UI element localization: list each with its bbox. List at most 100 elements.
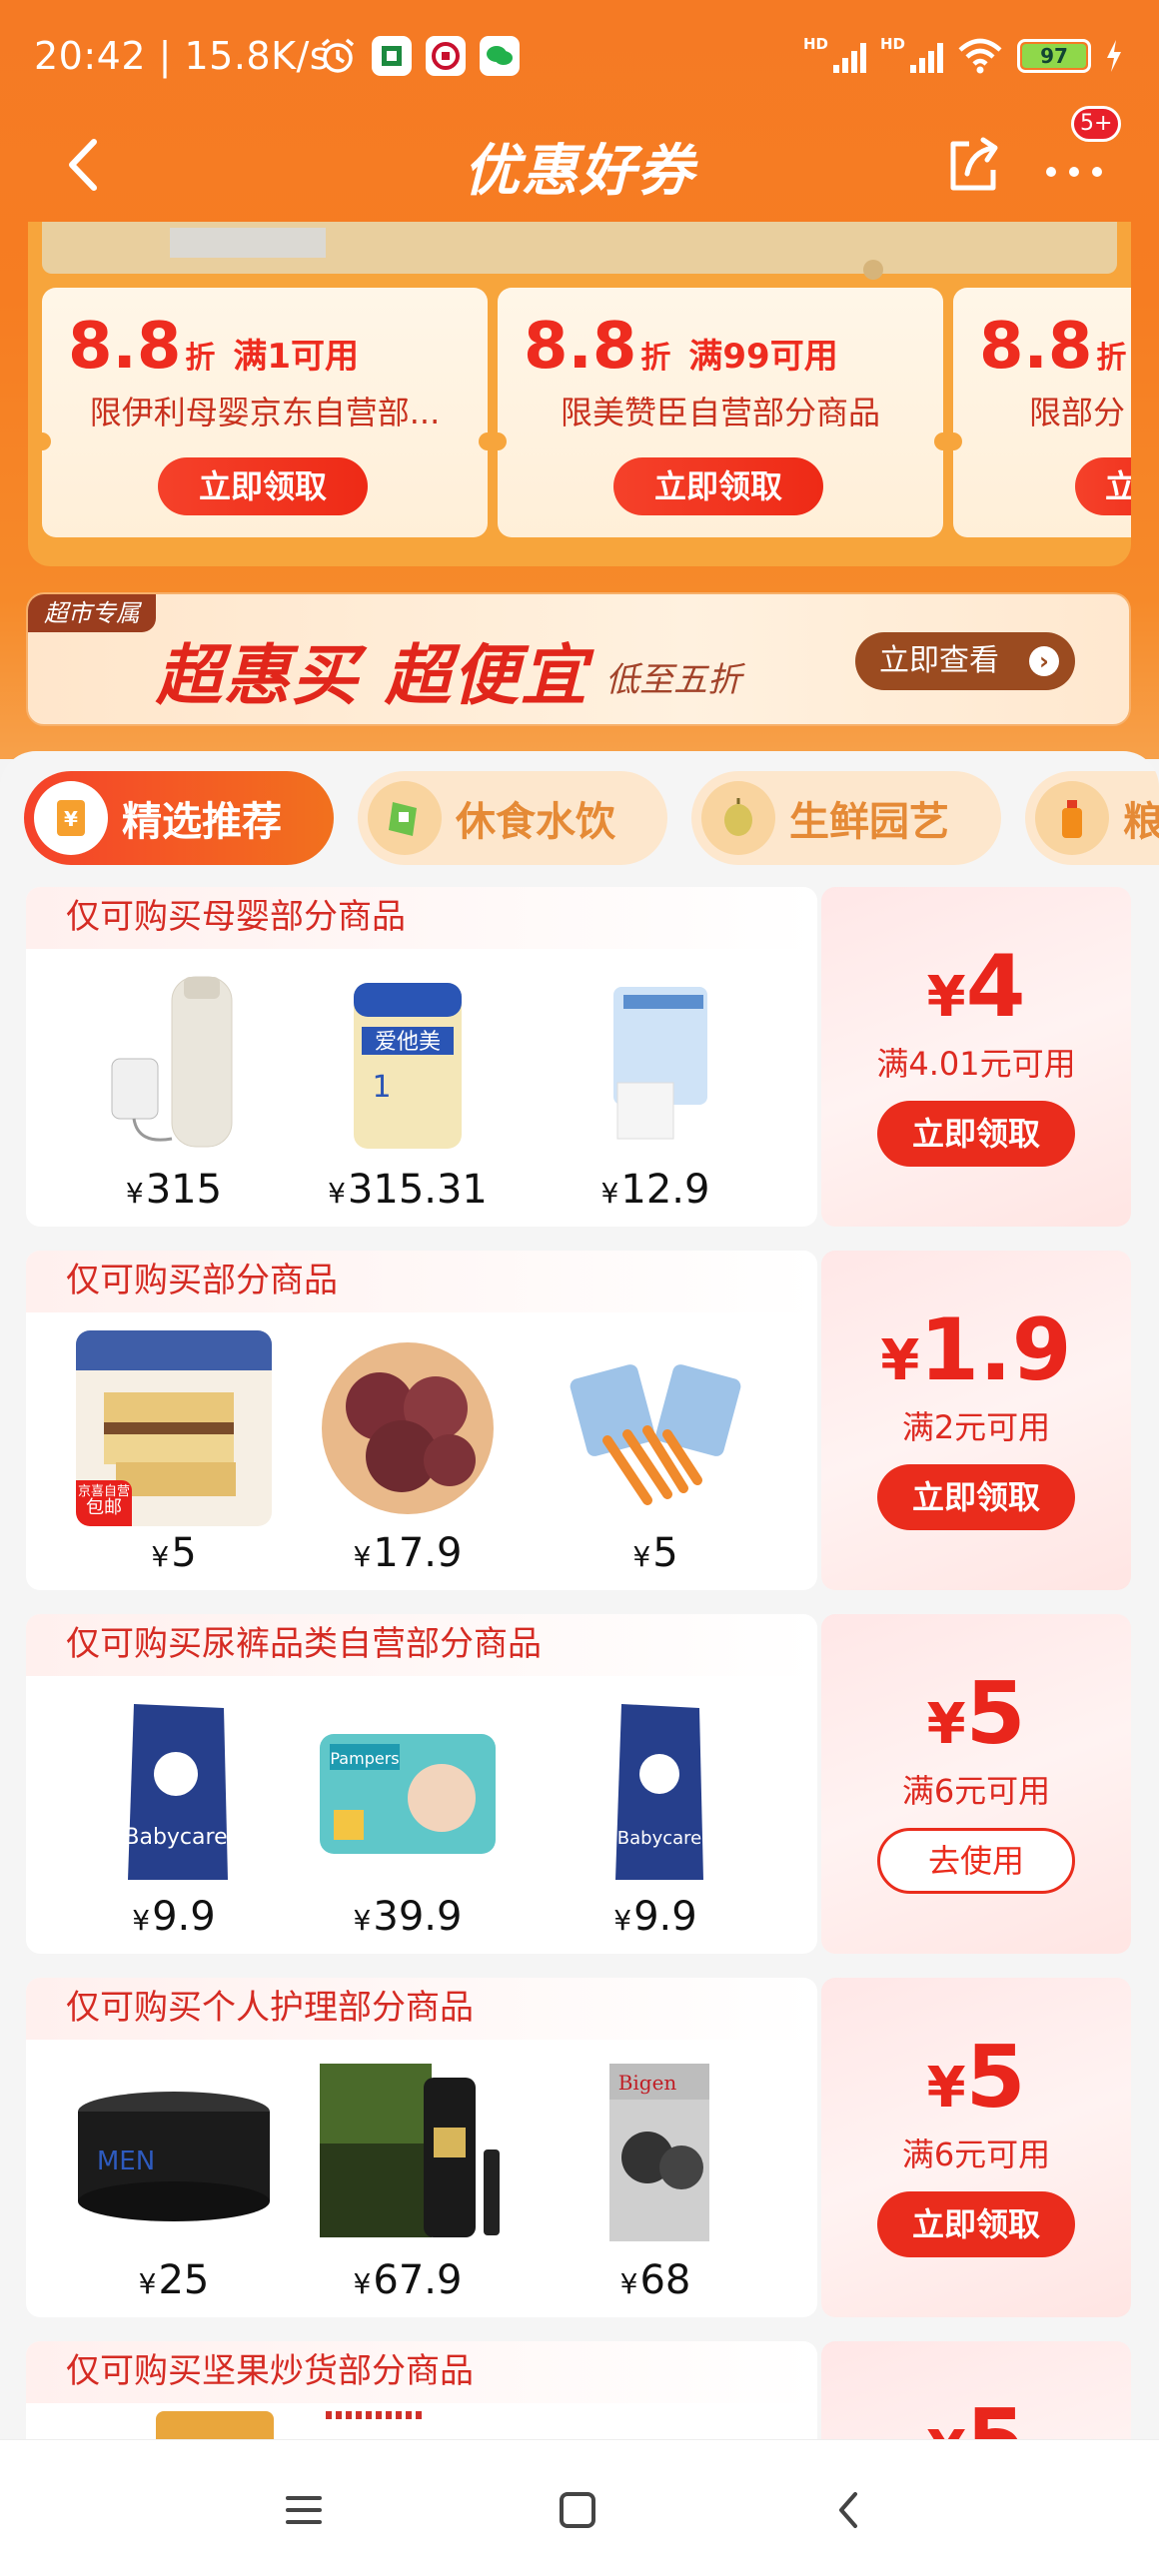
product-price: ¥17.9 [353,1530,463,1576]
claim-button[interactable]: 立即领取 [613,457,823,515]
battery-icon: 97 [1017,39,1091,73]
product-price: ¥68 [619,2257,691,2303]
top-coupon-1[interactable]: 8.8 折满1可用 限伊利母婴京东自营部... 立即领取 [33,288,497,537]
tab-grains[interactable]: 粮 [1025,771,1159,865]
svg-text:¥: ¥ [64,807,78,831]
coupon-rate: 8.8 折满99可用 [524,310,838,384]
header-region: 20:42 | 15.8K/s HD HD 97 优惠好券 5+ 8.8 折 满… [0,0,1159,759]
status-time: 20:42 | 15.8K/s [34,34,331,78]
coupon-amount: ¥4 [926,937,1026,1037]
alarm-icon [321,38,355,73]
coupon-card[interactable]: 仅可购买母婴部分商品 ¥315 爱他美 1 ¥315.31 ¥12.9 ¥4 满… [26,887,1131,1227]
jx-self-operated-tag: 京喜自营 包邮 [76,1480,132,1526]
coupon-card[interactable]: 仅可购买部分商品 京喜自营 包邮 ¥5 ¥17.9 ¥5 ¥1.9 满2元可用 … [26,1251,1131,1590]
notification-badge: 5+ [1071,106,1122,142]
product-price: ¥9.9 [613,1894,697,1940]
tab-snacks-drinks[interactable]: 休食水饮 [358,771,667,865]
formula-can-image: 爱他美 1 [310,967,506,1163]
water-bottle-image [76,967,272,1163]
menu-icon[interactable] [274,2480,334,2540]
coupon-condition: 满6元可用 [901,2136,1051,2173]
product-item[interactable]: MEN ¥25 [66,2058,272,2307]
coupon-amount: ¥5 [926,1664,1026,1764]
coupon-card[interactable]: 仅可购买尿裤品类自营部分商品 Babycare ¥9.9 Pampers ¥39… [26,1614,1131,1954]
coupon-condition: 满6元可用 [901,1772,1051,1810]
svg-text:MEN: MEN [97,2147,155,2176]
top-coupon-3[interactable]: 8.8 折 限部分 立 [944,288,1131,537]
coupon-card[interactable]: 仅可购买个人护理部分商品 MEN ¥25 ¥67.9 Bigen ¥68 ¥5 … [26,1978,1131,2317]
product-price: ¥315 [125,1167,223,1213]
status-bar: 20:42 | 15.8K/s HD HD 97 [0,0,1159,110]
product-item[interactable] [156,2411,274,2439]
plum-image [310,1330,506,1526]
view-now-button[interactable]: 立即查看 › [855,632,1075,690]
snack-sticks-image [558,1330,753,1526]
card-scope: 仅可购买坚果炒货部分商品 [26,2341,817,2403]
claim-button[interactable]: 立即领取 [877,1101,1075,1167]
coupon-card[interactable]: 仅可购买坚果炒货部分商品 ¥5 [26,2341,1131,2439]
coupon-value-panel: ¥5 满6元可用 立即领取 [821,1978,1131,2317]
tab-selected-recommend[interactable]: ¥ 精选推荐 [24,771,334,865]
system-nav-bar [0,2439,1159,2576]
product-price: ¥25 [138,2257,210,2303]
claim-button[interactable]: 立 [1075,457,1131,515]
claim-button[interactable]: 立即领取 [158,457,368,515]
product-item[interactable]: ¥315 [66,967,272,1217]
product-item[interactable]: ¥12.9 [548,967,753,1217]
product-price: ¥5 [151,1530,197,1576]
card-scope: 仅可购买个人护理部分商品 [26,1978,817,2040]
coupon-rate: 8.8 折 [979,310,1127,384]
coupon-rate: 8.8 折满1可用 [68,310,360,384]
tab-fresh-garden[interactable]: 生鲜园艺 [691,771,1001,865]
snack-icon [368,781,442,855]
coupon-condition: 满4.01元可用 [876,1045,1076,1083]
home-square-icon[interactable] [548,2480,607,2540]
product-item[interactable]: 京喜自营 包邮 ¥5 [66,1330,272,1580]
bank-app-icon [372,36,412,76]
wifi-icon [958,38,1002,74]
banner-subtitle: 低至五折 [605,660,741,700]
oil-bottle-icon [1035,781,1109,855]
coupon-limit: 限伊利母婴京东自营部... [89,394,441,431]
card-products: 仅可购买部分商品 京喜自营 包邮 ¥5 ¥17.9 ¥5 [26,1251,817,1590]
top-coupon-carousel[interactable]: 8.8 折满1可用 限伊利母婴京东自营部... 立即领取 8.8 折满99可用 限美… [28,222,1131,566]
main-content: ¥ 精选推荐 休食水饮 生鲜园艺 粮 仅可购买母婴部分商品 ¥315 爱他美 1… [0,751,1159,2439]
svg-text:1: 1 [372,1070,391,1105]
hair-dye-box-image [310,2058,506,2253]
charging-icon [1107,40,1121,72]
diaper-pack-image: Babycare [558,1694,753,1890]
pampers-pack-image: Pampers [310,1694,506,1890]
product-item[interactable]: Babycare ¥9.9 [66,1694,272,1944]
hair-wax-image: MEN [76,2058,272,2253]
product-item[interactable]: ¥67.9 [300,2058,506,2307]
promo-thumbnail [170,228,326,258]
nav-bar: 优惠好券 [0,110,1159,220]
top-coupon-2[interactable]: 8.8 折满99可用 限美赞臣自营部分商品 立即领取 [489,288,952,537]
product-item[interactable]: ¥5 [548,1330,753,1580]
use-now-button[interactable]: 去使用 [877,1828,1075,1894]
coupon-value-panel: ¥5 [821,2341,1131,2439]
coupon-limit: 限部分 [1029,394,1126,431]
svg-text:爱他美: 爱他美 [375,1030,441,1055]
product-item[interactable]: 爱他美 1 ¥315.31 [300,967,506,1217]
product-item[interactable]: Pampers ¥39.9 [300,1694,506,1944]
product-item[interactable]: Bigen ¥68 [548,2058,753,2307]
back-triangle-icon[interactable] [819,2480,879,2540]
product-price: ¥9.9 [132,1894,216,1940]
claim-button[interactable]: 立即领取 [877,2191,1075,2257]
share-icon[interactable] [941,128,1005,202]
chevron-right-icon: › [1029,646,1059,676]
product-price: ¥12.9 [600,1167,710,1213]
product-item[interactable] [326,2411,426,2419]
coupon-amount: ¥5 [926,2028,1026,2128]
card-scope: 仅可购买尿裤品类自营部分商品 [26,1614,817,1676]
product-item[interactable]: ¥17.9 [300,1330,506,1580]
card-scope: 仅可购买母婴部分商品 [26,887,817,949]
supermarket-banner[interactable]: 超市专属 超惠买 超便宜 低至五折 立即查看 › [26,592,1131,726]
claim-button[interactable]: 立即领取 [877,1464,1075,1530]
category-tabs: ¥ 精选推荐 休食水饮 生鲜园艺 粮 [0,771,1159,871]
banner-tag: 超市专属 [28,594,156,632]
signal-icon-2: HD [880,35,943,73]
product-item[interactable]: Babycare ¥9.9 [548,1694,753,1944]
bank2-app-icon [426,36,466,76]
